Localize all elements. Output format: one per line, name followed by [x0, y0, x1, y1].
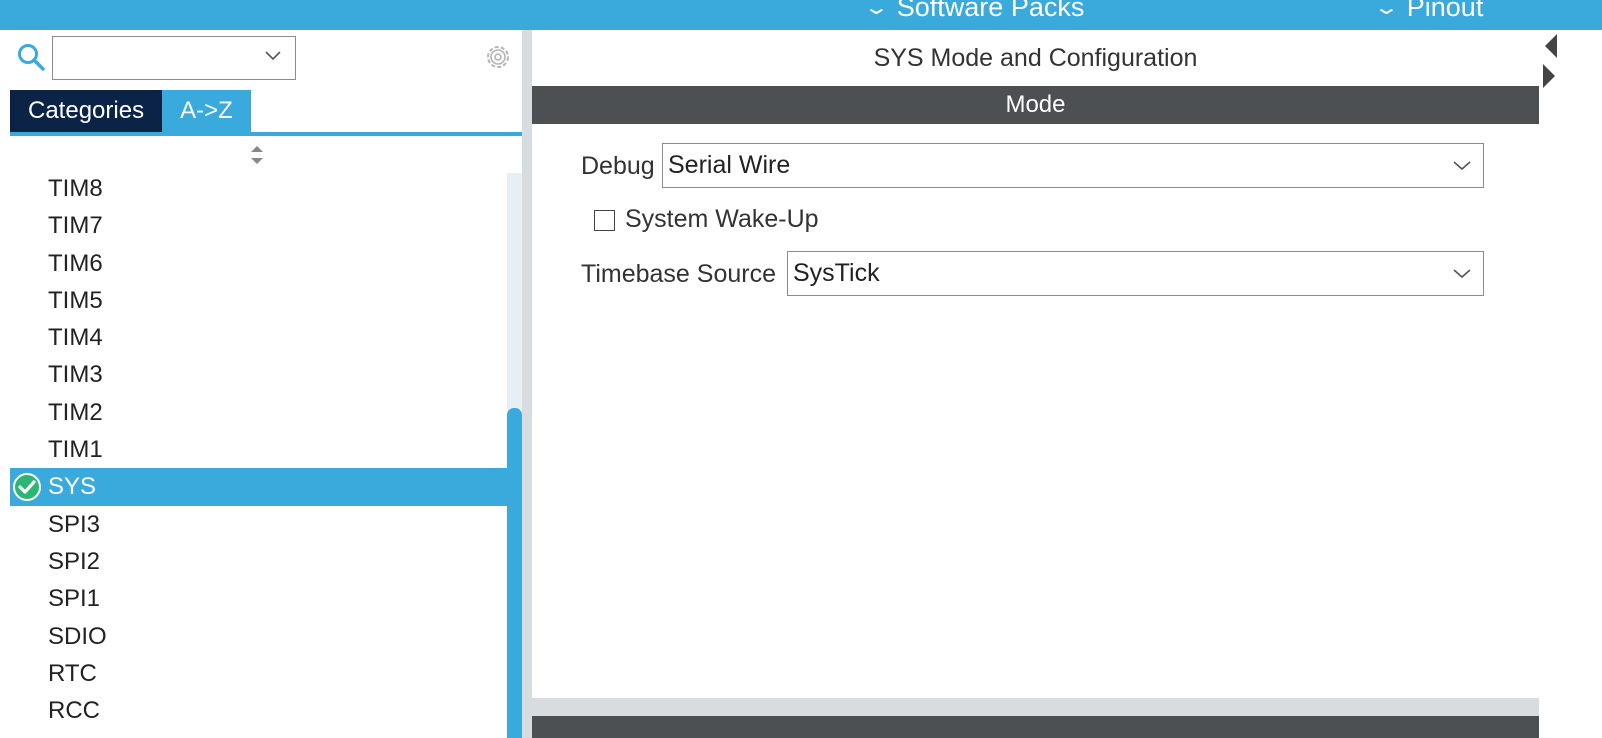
list-item[interactable]: TIM6	[10, 245, 507, 282]
chevron-down-icon: ⌄	[862, 0, 890, 19]
pinout-label: Pinout	[1406, 0, 1484, 22]
debug-value: Serial Wire	[668, 151, 791, 179]
expand-right-icon[interactable]	[1543, 64, 1555, 88]
list-item-label: RTC	[48, 659, 97, 687]
software-packs-label: Software Packs	[896, 0, 1085, 22]
list-item[interactable]: TIM4	[10, 319, 507, 356]
system-wakeup-label: System Wake-Up	[625, 205, 819, 233]
list-item[interactable]: TIM3	[10, 356, 507, 393]
view-tabs: Categories A->Z	[10, 90, 251, 132]
list-item-label: SDIO	[48, 622, 107, 650]
list-item-label: TIM3	[48, 361, 103, 389]
search-input[interactable]	[52, 36, 296, 80]
pinout-menu[interactable]: ⌄ Pinout	[1373, 0, 1484, 23]
list-item-label: TIM7	[48, 212, 103, 240]
software-packs-menu[interactable]: ⌄ Software Packs	[863, 0, 1085, 23]
list-item-selected[interactable]: SYS	[10, 468, 507, 506]
list-item[interactable]: TIM8	[10, 170, 507, 207]
scrollbar-thumb[interactable]	[507, 408, 522, 738]
list-item-label: SPI2	[48, 547, 101, 575]
list-item[interactable]: RTC	[10, 655, 507, 692]
peripheral-tree-panel: Categories A->Z TIM8 TIM7 TIM6 TIM5 TIM4…	[0, 30, 522, 738]
debug-select[interactable]: Serial Wire	[662, 143, 1484, 188]
list-item[interactable]: TIM2	[10, 394, 507, 431]
tab-underline	[10, 132, 522, 136]
chevron-down-icon[interactable]	[1451, 154, 1473, 176]
peripheral-items: TIM8 TIM7 TIM6 TIM5 TIM4 TIM3 TIM2 TIM1 …	[10, 170, 507, 729]
collapse-controls	[1539, 30, 1602, 738]
list-item-label: TIM4	[48, 324, 103, 352]
list-item[interactable]: TIM1	[10, 431, 507, 468]
list-item[interactable]: SDIO	[10, 618, 507, 655]
list-item[interactable]: SPI3	[10, 506, 507, 543]
peripheral-list: TIM8 TIM7 TIM6 TIM5 TIM4 TIM3 TIM2 TIM1 …	[10, 138, 522, 738]
check-circle-icon	[13, 473, 41, 502]
list-item-label: TIM2	[48, 398, 103, 426]
list-item[interactable]: RCC	[10, 692, 507, 729]
timebase-source-value: SysTick	[793, 259, 880, 287]
debug-label: Debug	[581, 152, 655, 180]
list-item-label: SYS	[48, 473, 97, 501]
list-item-label: SPI3	[48, 510, 101, 538]
list-item-label: SPI1	[48, 585, 101, 613]
sort-icon[interactable]	[246, 142, 268, 168]
mode-section-header[interactable]: Mode	[532, 86, 1539, 124]
list-item-label: TIM5	[48, 286, 103, 314]
list-item[interactable]: TIM5	[10, 282, 507, 319]
timebase-source-select[interactable]: SysTick	[787, 251, 1484, 296]
chevron-down-icon: ⌄	[1372, 0, 1400, 19]
mode-configuration-panel: SYS Mode and Configuration Mode Debug Se…	[532, 30, 1539, 698]
system-wakeup-checkbox[interactable]	[594, 210, 615, 231]
collapse-left-icon[interactable]	[1545, 34, 1557, 58]
gear-icon[interactable]	[481, 40, 515, 74]
panel-splitter[interactable]	[522, 30, 532, 738]
chevron-down-icon[interactable]	[263, 45, 283, 65]
list-item[interactable]: SPI2	[10, 543, 507, 580]
tab-categories[interactable]: Categories	[10, 90, 163, 132]
tab-a-to-z[interactable]: A->Z	[162, 90, 251, 132]
list-item-label: TIM8	[48, 175, 103, 202]
list-item-label: RCC	[48, 697, 100, 725]
list-item[interactable]: SPI1	[10, 580, 507, 617]
timebase-source-label: Timebase Source	[581, 260, 776, 288]
search-row	[0, 30, 522, 88]
search-icon[interactable]	[16, 42, 46, 72]
list-item-label: TIM6	[48, 249, 103, 277]
list-item-label: TIM1	[48, 436, 103, 464]
list-item[interactable]: TIM7	[10, 207, 507, 244]
top-toolbar: ⌄ Software Packs ⌄ Pinout	[0, 0, 1602, 30]
panel-title: SYS Mode and Configuration	[873, 44, 1198, 72]
chevron-down-icon[interactable]	[1451, 262, 1473, 284]
configuration-section-header[interactable]	[532, 716, 1539, 738]
